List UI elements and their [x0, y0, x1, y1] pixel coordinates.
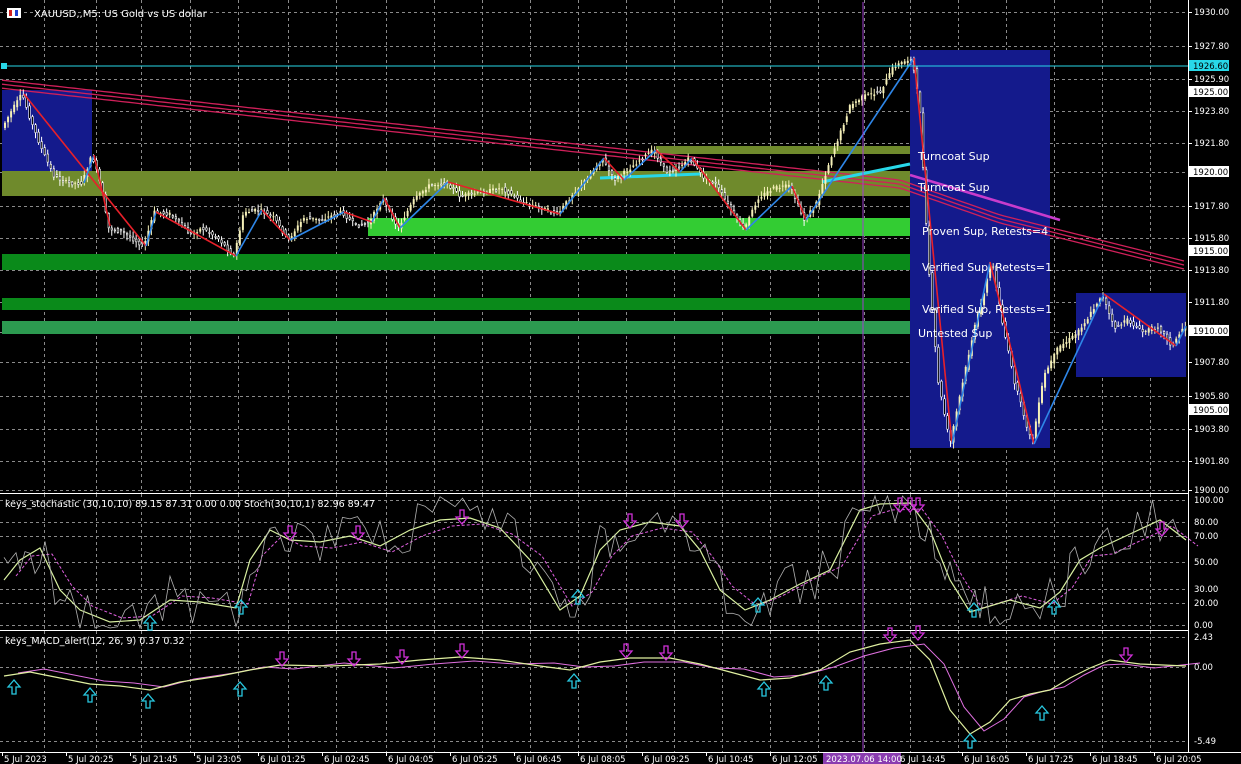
price-tick-14: 1901.80 — [1194, 457, 1229, 467]
candle-277 — [848, 103, 851, 115]
zone-label-verified-2: Verified Sup, Retests=1 — [922, 303, 1052, 316]
time-tick-12: 6 Jul 12:05 — [772, 755, 818, 764]
stoch-tick-3: 50.00 — [1194, 558, 1218, 568]
price-tick-2: 1925.90 — [1194, 75, 1229, 85]
time-tick-7: 6 Jul 05:25 — [452, 755, 498, 764]
price-tick-9: 1911.80 — [1194, 298, 1229, 308]
time-tick-0: 5 Jul 2023 — [4, 755, 47, 764]
stochastic-title: keys_stochastic (30,10,10) 89.15 87.31 0… — [5, 499, 375, 510]
time-tick-8: 6 Jul 06:45 — [516, 755, 562, 764]
stoch-tick-5: 20.00 — [1194, 599, 1218, 609]
stoch-tick-6: 0.00 — [1194, 621, 1213, 631]
zone-proven-sup — [368, 218, 910, 236]
zone-label-untested: Untested Sup — [918, 327, 992, 340]
macd-title: keys_MACD_alert(12, 26, 9) 0.37 0.32 — [5, 636, 185, 647]
stoch-tick-2: 70.00 — [1194, 532, 1218, 542]
macd-tick-1: 0.00 — [1194, 663, 1213, 673]
time-tick-15: 6 Jul 17:25 — [1028, 755, 1074, 764]
price-tick-1: 1927.80 — [1194, 42, 1229, 52]
stoch-tick-0: 100.00 — [1194, 496, 1224, 506]
time-tick-5: 6 Jul 02:45 — [324, 755, 370, 764]
range-box-right — [1076, 293, 1186, 377]
price-tick-11: 1907.80 — [1194, 358, 1229, 368]
time-tick-17: 6 Jul 20:05 — [1156, 755, 1202, 764]
chart-title: XAUUSD,,M5: US Gold vs US dollar — [34, 9, 208, 20]
stoch-tick-4: 30.00 — [1194, 585, 1218, 595]
candle-217 — [665, 165, 669, 174]
zone-untested-sup — [2, 321, 910, 334]
time-tick-14: 6 Jul 16:05 — [964, 755, 1010, 764]
time-tick-6: 6 Jul 04:05 — [388, 755, 434, 764]
time-tick-11: 6 Jul 10:45 — [708, 755, 754, 764]
candle-338 — [1034, 418, 1037, 440]
price-tick-8: 1913.80 — [1194, 266, 1229, 276]
zone-label-turncoat-1: Turncoat Sup — [917, 150, 990, 163]
range-box-drop — [910, 50, 1050, 448]
price-line-handle[interactable] — [1, 63, 7, 69]
price-tick-6: 1917.80 — [1194, 202, 1229, 212]
time-cursor-label: 2023.07.06 14:00 — [826, 755, 902, 764]
time-tick-4: 6 Jul 01:25 — [260, 755, 306, 764]
stoch-tick-1: 80.00 — [1194, 518, 1218, 528]
price-box-label-3: 1915.00 — [1193, 247, 1228, 257]
time-tick-3: 5 Jul 23:05 — [196, 755, 242, 764]
macd-tick-2: -5.49 — [1194, 737, 1216, 747]
price-box-label-1: 1925.00 — [1193, 88, 1228, 98]
zone-label-verified-1: Verified Sup, Retests=1 — [922, 261, 1052, 274]
zone-verified-sup-2 — [2, 298, 910, 310]
price-tick-4: 1921.80 — [1194, 139, 1229, 149]
price-tick-13: 1903.80 — [1194, 425, 1229, 435]
macd-tick-0: 2.43 — [1194, 633, 1213, 643]
price-tick-7: 1915.80 — [1194, 234, 1229, 244]
zone-verified-sup-1 — [2, 254, 910, 270]
price-tick-15: 1900.00 — [1194, 486, 1229, 496]
price-box-label-5: 1905.00 — [1193, 406, 1228, 416]
price-box-label-2: 1920.00 — [1193, 168, 1228, 178]
time-tick-16: 6 Jul 18:45 — [1092, 755, 1138, 764]
chart-canvas[interactable]: Turncoat Sup Turncoat Sup Proven Sup, Re… — [0, 0, 1241, 764]
candle-309 — [946, 412, 949, 433]
zone-label-proven: Proven Sup, Retests=4 — [922, 225, 1048, 238]
candle-306 — [937, 344, 940, 385]
price-box-label-0: 1926.60 — [1193, 62, 1228, 72]
time-tick-10: 6 Jul 09:25 — [644, 755, 690, 764]
price-box-label-4: 1910.00 — [1193, 327, 1228, 337]
price-tick-3: 1923.80 — [1194, 107, 1229, 117]
time-tick-13: 6 Jul 14:45 — [900, 755, 946, 764]
price-tick-12: 1905.80 — [1194, 392, 1229, 402]
zone-turncoat-sup-narrow — [656, 146, 910, 154]
time-tick-2: 5 Jul 21:45 — [132, 755, 178, 764]
price-tick-0: 1930.00 — [1194, 8, 1229, 18]
time-tick-9: 6 Jul 08:05 — [580, 755, 626, 764]
time-tick-1: 5 Jul 20:25 — [68, 755, 114, 764]
chart-title-bar: XAUUSD,,M5: US Gold vs US dollar — [7, 8, 208, 20]
zone-label-turncoat-2: Turncoat Sup — [917, 181, 990, 194]
